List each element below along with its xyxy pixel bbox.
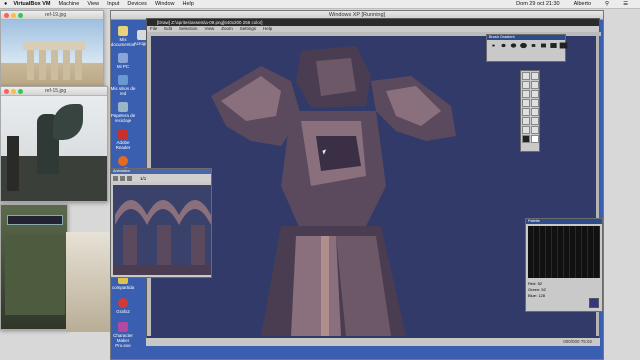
eraser-icon[interactable]	[522, 108, 530, 116]
status-coordinates: 000/000 75:02	[563, 339, 592, 344]
network-icon	[118, 75, 128, 85]
user-name[interactable]: Alberto	[574, 1, 591, 7]
brush-grab-icon[interactable]	[531, 99, 539, 107]
menu-machine[interactable]: Machine	[59, 1, 80, 7]
animation-preview	[113, 185, 211, 275]
foreground-color-swatch[interactable]	[522, 135, 530, 143]
green-value[interactable]: 52	[541, 287, 545, 292]
list-icon[interactable]: ☰	[623, 1, 628, 7]
menu-view[interactable]: View	[87, 1, 99, 7]
brush-panel[interactable]: Brush Gradient	[486, 34, 568, 62]
folder-icon	[118, 26, 128, 36]
grafx2-statusbar: 000/000 75:02	[146, 338, 600, 346]
next-frame-button[interactable]	[127, 175, 132, 181]
desktop-icon-grafx2[interactable]: Grafx2	[110, 298, 136, 314]
red-value[interactable]: 52	[538, 281, 542, 286]
circle-icon[interactable]	[522, 90, 530, 98]
blue-value[interactable]: 128	[538, 293, 545, 298]
frame-counter: 1/1	[140, 175, 147, 181]
zoom-button[interactable]	[18, 12, 23, 18]
brush-1[interactable]	[492, 44, 495, 47]
animation-panel[interactable]: Animation 1/1	[110, 168, 212, 278]
desktop-icon-column: Mis documentos Mi PC Mis sitios de red P…	[110, 26, 136, 183]
grafx2-titlebar: [Draw] Z:\sprites\assets\a-09.png[640x20…	[147, 19, 599, 26]
rectangle-icon[interactable]	[531, 81, 539, 89]
game-screenshot	[1, 205, 67, 329]
minimize-button[interactable]	[11, 12, 16, 18]
preview-window-2[interactable]: ref-15.jpg	[0, 86, 108, 202]
text-icon[interactable]	[531, 108, 539, 116]
close-button[interactable]	[4, 88, 9, 94]
animation-toolbar: 1/1	[111, 174, 211, 182]
brush-5[interactable]	[531, 44, 536, 47]
first-frame-button[interactable]	[113, 175, 118, 181]
brush-2[interactable]	[501, 43, 506, 48]
adobe-reader-icon	[118, 129, 128, 139]
tools-panel[interactable]	[520, 70, 540, 152]
zoom-button[interactable]	[18, 88, 23, 94]
preview-window-3[interactable]	[0, 204, 68, 330]
grafx2-icon	[118, 298, 128, 308]
tool-grid	[521, 71, 539, 144]
colorpicker-icon[interactable]	[531, 117, 539, 125]
brush-7[interactable]	[550, 43, 557, 48]
brush-4[interactable]	[520, 42, 527, 49]
fill-icon[interactable]	[531, 90, 539, 98]
selected-color-preview	[589, 298, 599, 308]
desktop-icon-column-bottom: compartida Grafx2 Character Maker Pro.ex…	[110, 274, 136, 348]
curve-icon[interactable]	[522, 81, 530, 89]
firefox-icon	[118, 156, 128, 166]
angel-photo	[1, 96, 107, 201]
window-title: ref-15.jpg	[45, 88, 67, 94]
temple-photo	[1, 20, 103, 89]
play-button[interactable]	[120, 175, 125, 181]
brush-grid	[487, 40, 568, 51]
background-color-swatch[interactable]	[531, 135, 539, 143]
menu-input[interactable]: Input	[107, 1, 119, 7]
palette-panel-title: Palette	[526, 219, 602, 224]
redo-icon[interactable]	[531, 126, 539, 134]
minimize-button[interactable]	[11, 88, 16, 94]
desktop-icon-character-maker[interactable]: Character Maker Pro.exe	[110, 322, 136, 348]
desktop-icon-adobe-reader[interactable]: Adobe Reader	[110, 129, 136, 150]
palette-panel[interactable]: Palette Red: 52 Green: 52 Blue: 128	[525, 218, 603, 312]
menu-window[interactable]: Window	[155, 1, 175, 7]
magnifier-icon[interactable]	[522, 117, 530, 125]
courtyard-photo	[66, 232, 110, 332]
undo-icon[interactable]	[522, 126, 530, 134]
desktop-icon-mi-pc[interactable]: Mi PC	[110, 53, 136, 69]
menu-help[interactable]: Help	[183, 1, 194, 7]
computer-icon	[118, 53, 128, 63]
desktop-icon-sitios-red[interactable]: Mis sitios de red	[110, 75, 136, 96]
rgb-sliders: Red: 52 Green: 52 Blue: 128	[528, 281, 546, 298]
spray-icon[interactable]	[522, 99, 530, 107]
brush-8[interactable]	[559, 42, 568, 49]
brush-6[interactable]	[541, 43, 546, 48]
window-title: ref-19.jpg	[45, 12, 67, 18]
close-button[interactable]	[4, 12, 9, 18]
apple-icon[interactable]: ●	[4, 1, 7, 7]
line-icon[interactable]	[531, 72, 539, 80]
desktop-icon-papelera[interactable]: Papelera de reciclaje	[110, 102, 136, 123]
mac-menubar: ● VirtualBox VM Machine View Input Devic…	[0, 0, 640, 9]
character-maker-icon	[118, 322, 128, 332]
recycle-bin-icon	[118, 102, 128, 112]
palette-grid[interactable]	[528, 226, 600, 278]
menu-devices[interactable]: Devices	[127, 1, 147, 7]
brush-3[interactable]	[510, 43, 517, 48]
search-icon[interactable]: ⚲	[605, 1, 609, 7]
preview-window-1[interactable]: ref-19.jpg	[0, 10, 104, 90]
menu-app-name[interactable]: VirtualBox VM	[13, 1, 50, 7]
clock[interactable]: Dom 29 oct 21:30	[516, 1, 559, 7]
pencil-icon[interactable]	[522, 72, 530, 80]
